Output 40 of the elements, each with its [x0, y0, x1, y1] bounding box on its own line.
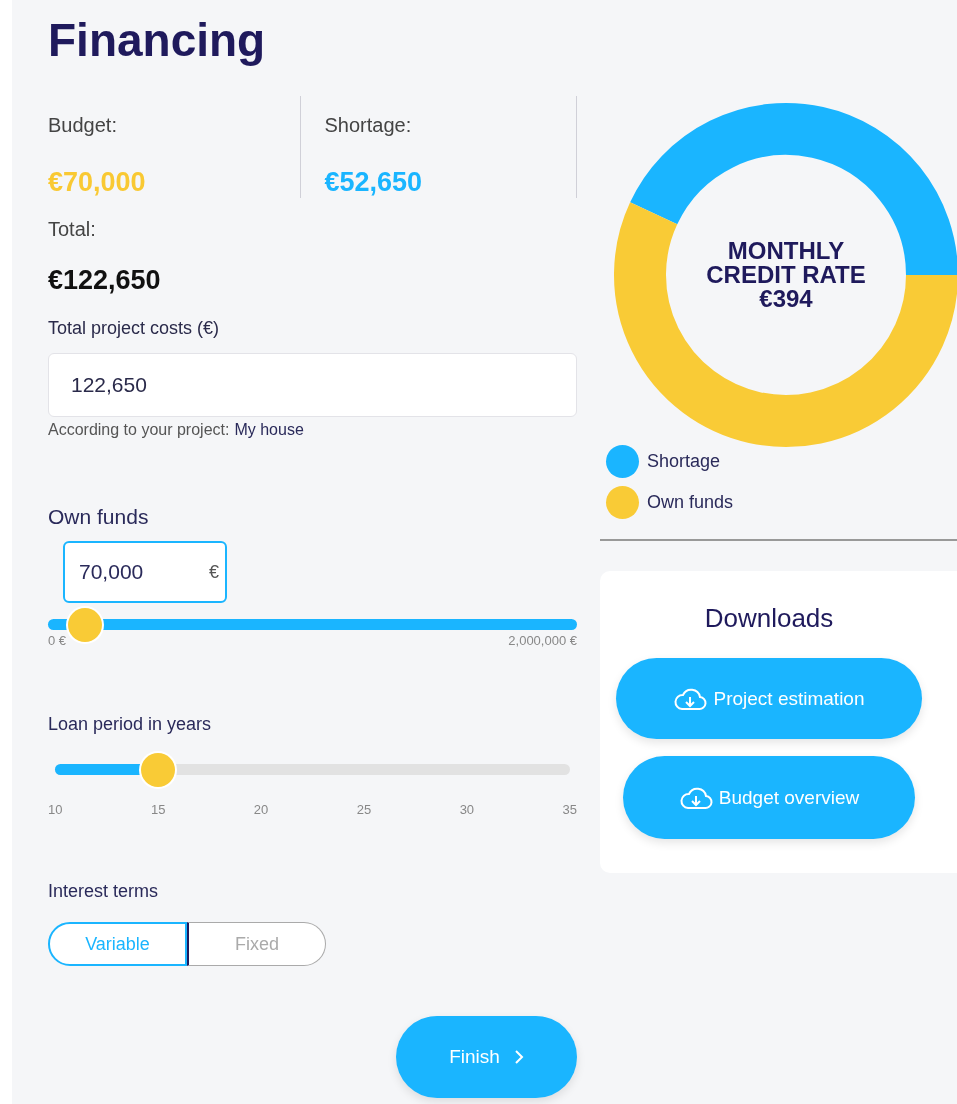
stat-value: €70,000 — [48, 167, 147, 198]
toggle-option[interactable]: Variable — [48, 922, 187, 966]
page-title: Financing — [48, 13, 267, 68]
slider-thumb[interactable] — [68, 608, 102, 642]
stat-label: Budget: — [48, 114, 118, 137]
finish-button[interactable]: Finish — [396, 1016, 577, 1098]
loan-period-slider[interactable] — [55, 752, 570, 788]
tick-label: 30 — [459, 802, 475, 817]
slider-thumb[interactable] — [141, 753, 175, 787]
own-funds-label: Own funds — [48, 505, 150, 529]
cloud-download-icon — [678, 785, 713, 810]
credit-rate-text: MONTHLY — [727, 239, 845, 263]
legend-label: Own funds — [647, 492, 734, 513]
field-label: Total project costs (€) — [48, 318, 221, 339]
stat-label: Shortage: — [324, 114, 413, 137]
tick-label: 25 — [356, 802, 372, 817]
hint-text: According to your project: — [48, 421, 230, 439]
tick-label: 35 — [562, 802, 577, 817]
legend-label: Shortage — [647, 451, 721, 472]
min-label: 0 € — [48, 633, 67, 648]
tick-label: 20 — [253, 802, 269, 817]
stat-value: €52,650 — [324, 167, 424, 198]
project-name: My house — [234, 421, 304, 439]
loan-period-label: Loan period in years — [48, 714, 213, 735]
max-label: 2,000,000 € — [508, 633, 577, 648]
download-button[interactable]: Project estimation — [616, 658, 922, 739]
own-funds-field[interactable]: 70,000 € — [63, 541, 227, 603]
download-button[interactable]: Budget overview — [623, 756, 915, 839]
chevron-right-icon — [513, 1050, 524, 1064]
credit-rate-text: €394 — [759, 287, 813, 311]
credit-rate-text: CREDIT RATE — [706, 263, 866, 287]
downloads-title: Downloads — [704, 603, 834, 634]
project-costs-field[interactable]: 122,650 — [48, 353, 577, 417]
tick-label: 10 — [48, 802, 63, 817]
toggle-option[interactable]: Fixed — [187, 922, 326, 966]
total-value: €122,650 — [48, 265, 162, 296]
total-label: Total: — [48, 218, 97, 241]
interest-terms-label: Interest terms — [48, 881, 160, 902]
cloud-download-icon — [673, 686, 708, 711]
tick-label: 15 — [150, 802, 166, 817]
